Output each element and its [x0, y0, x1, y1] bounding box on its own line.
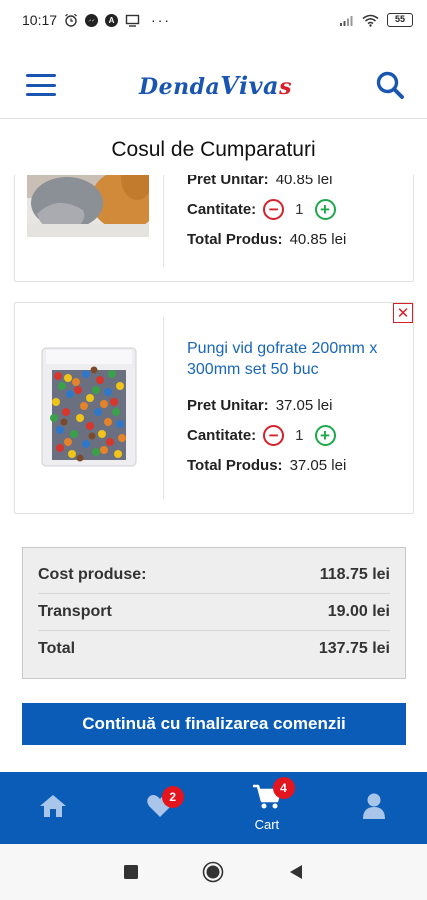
total-product-label: Total Produs:: [187, 456, 283, 474]
menu-icon[interactable]: [26, 74, 56, 96]
increase-quantity-button[interactable]: +: [314, 424, 336, 446]
quantity-label: Cantitate:: [187, 200, 257, 218]
status-bar: 10:17 A ··· 55: [0, 0, 427, 40]
summary-row-products: Cost produse: 118.75 lei: [38, 556, 390, 593]
cart-count-badge: 4: [272, 777, 295, 799]
wifi-icon: [362, 14, 379, 27]
product-image[interactable]: [40, 346, 138, 468]
brand-logo[interactable]: DendaVivas: [139, 71, 292, 100]
nav-favorites[interactable]: 2: [107, 772, 214, 844]
increase-quantity-button[interactable]: +: [314, 198, 336, 220]
app-header: DendaVivas: [0, 56, 427, 114]
decrease-quantity-button[interactable]: −: [263, 424, 285, 446]
total-label: Total: [38, 640, 76, 657]
item-divider: [163, 317, 164, 499]
header-divider: [0, 118, 427, 119]
favorites-count-badge: 2: [161, 786, 184, 808]
products-cost-value: 118.75 lei: [319, 565, 390, 583]
system-navigation: [0, 844, 427, 900]
unit-price-value: 40.85 lei: [275, 175, 333, 188]
cart-item: ✕ Pungi vid gofrate 200mm x 300mm set 50…: [14, 302, 414, 514]
unit-price-label: Pret Unitar:: [187, 396, 269, 414]
summary-row-transport: Transport 19.00 lei: [38, 593, 390, 630]
app-a-icon: A: [105, 13, 119, 27]
logo-text-s: s: [279, 73, 292, 100]
cart-label: Cart: [254, 817, 280, 832]
bottom-navigation: 2 Cart 4: [0, 772, 427, 844]
item-divider: [163, 175, 164, 267]
product-image[interactable]: [27, 175, 149, 237]
transport-label: Transport: [38, 603, 112, 620]
total-product-value: 37.05 lei: [289, 456, 347, 474]
unit-price-value: 37.05 lei: [275, 396, 333, 414]
quantity-value: 1: [295, 426, 304, 444]
user-icon: [362, 792, 386, 825]
total-value: 137.75 lei: [318, 640, 390, 657]
quantity-value: 1: [295, 200, 304, 218]
screen-cast-icon: [125, 14, 140, 27]
alarm-icon: [64, 13, 78, 27]
unit-price-label: Pret Unitar:: [187, 175, 269, 188]
item-details: Pret Unitar: 40.85 lei Cantitate: − 1 + …: [187, 175, 401, 254]
decrease-quantity-button[interactable]: −: [263, 198, 285, 220]
status-time: 10:17: [22, 12, 58, 28]
quantity-label: Cantitate:: [187, 426, 257, 444]
battery-indicator: 55: [387, 13, 413, 27]
summary-row-total: Total 137.75 lei: [38, 630, 390, 667]
remove-item-button[interactable]: ✕: [393, 303, 413, 323]
nav-home[interactable]: [0, 772, 107, 844]
order-summary: Cost produse: 118.75 lei Transport 19.00…: [22, 547, 406, 679]
nav-cart[interactable]: Cart 4: [214, 772, 321, 844]
item-details: Pungi vid gofrate 200mm x 300mm set 50 b…: [187, 338, 401, 480]
search-icon[interactable]: [375, 70, 405, 100]
products-cost-label: Cost produse:: [38, 565, 147, 583]
product-name-link[interactable]: Pungi vid gofrate 200mm x 300mm set 50 b…: [187, 338, 401, 380]
more-notifications: ···: [151, 12, 172, 28]
home-button[interactable]: [198, 857, 228, 887]
logo-text-viva: Viva: [220, 70, 280, 100]
nav-account[interactable]: [320, 772, 427, 844]
back-button[interactable]: [281, 857, 311, 887]
total-product-label: Total Produs:: [187, 230, 283, 248]
page-title: Cosul de Cumparaturi: [111, 138, 316, 161]
messenger-icon: [85, 13, 99, 27]
home-icon: [39, 793, 67, 824]
recent-apps-button[interactable]: [116, 857, 146, 887]
cart-item: Pret Unitar: 40.85 lei Cantitate: − 1 + …: [14, 175, 414, 282]
logo-text-denda: Denda: [139, 73, 221, 100]
checkout-button[interactable]: Continuă cu finalizarea comenzii: [22, 703, 406, 745]
cart-list[interactable]: Pret Unitar: 40.85 lei Cantitate: − 1 + …: [0, 175, 427, 527]
transport-value: 19.00 lei: [327, 603, 390, 620]
signal-icon: [339, 14, 354, 27]
total-product-value: 40.85 lei: [289, 230, 347, 248]
